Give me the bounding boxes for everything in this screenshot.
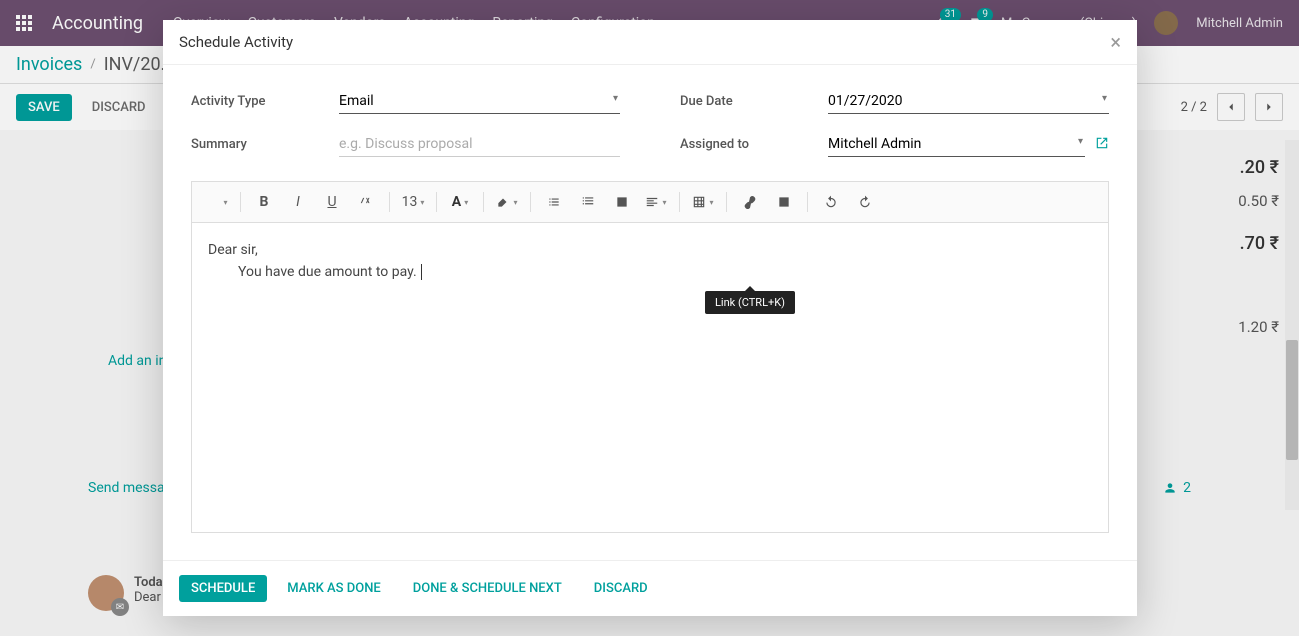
editor-line: Dear sir, <box>208 239 1092 261</box>
table-icon[interactable] <box>688 188 718 216</box>
label-assigned: Assigned to <box>680 137 828 152</box>
clear-format-icon[interactable] <box>351 188 381 216</box>
schedule-activity-modal: Schedule Activity × Activity Type Email … <box>163 20 1137 616</box>
done-next-button[interactable]: DONE & SCHEDULE NEXT <box>401 575 574 602</box>
label-summary: Summary <box>191 137 339 152</box>
redo-icon[interactable] <box>850 188 880 216</box>
highlight-icon[interactable] <box>492 188 522 216</box>
checklist-icon[interactable] <box>607 188 637 216</box>
modal-discard-button[interactable]: DISCARD <box>582 575 660 602</box>
undo-icon[interactable] <box>816 188 846 216</box>
align-icon[interactable] <box>641 188 671 216</box>
ol-icon[interactable] <box>573 188 603 216</box>
close-icon[interactable]: × <box>1110 32 1121 52</box>
due-date-input[interactable]: 01/27/2020 <box>828 89 1109 114</box>
italic-icon[interactable]: I <box>283 188 313 216</box>
image-icon[interactable] <box>769 188 799 216</box>
editor-body[interactable]: Dear sir, You have due amount to pay. <box>191 223 1109 533</box>
editor-toolbar: B I U 13 A <box>191 181 1109 223</box>
mark-done-button[interactable]: MARK AS DONE <box>275 575 392 602</box>
underline-icon[interactable]: U <box>317 188 347 216</box>
activity-type-select[interactable]: Email <box>339 89 620 114</box>
link-icon[interactable] <box>735 188 765 216</box>
modal-body: Activity Type Email Due Date 01/27/2020 … <box>163 65 1137 560</box>
bold-icon[interactable]: B <box>249 188 279 216</box>
summary-input[interactable]: e.g. Discuss proposal <box>339 132 620 157</box>
style-remove-icon[interactable] <box>202 188 232 216</box>
modal-header: Schedule Activity × <box>163 20 1137 65</box>
modal-title: Schedule Activity <box>179 33 293 51</box>
ul-icon[interactable] <box>539 188 569 216</box>
editor-line: You have due amount to pay. <box>238 261 1092 283</box>
font-size-select[interactable]: 13 <box>398 188 428 216</box>
schedule-button[interactable]: SCHEDULE <box>179 575 267 602</box>
external-link-icon[interactable] <box>1095 136 1109 154</box>
link-tooltip: Link (CTRL+K) <box>705 291 795 314</box>
modal-footer: SCHEDULE MARK AS DONE DONE & SCHEDULE NE… <box>163 560 1137 616</box>
font-color-icon[interactable]: A <box>445 188 475 216</box>
assigned-select[interactable]: Mitchell Admin <box>828 132 1085 157</box>
label-due-date: Due Date <box>680 94 828 109</box>
label-activity-type: Activity Type <box>191 94 339 109</box>
